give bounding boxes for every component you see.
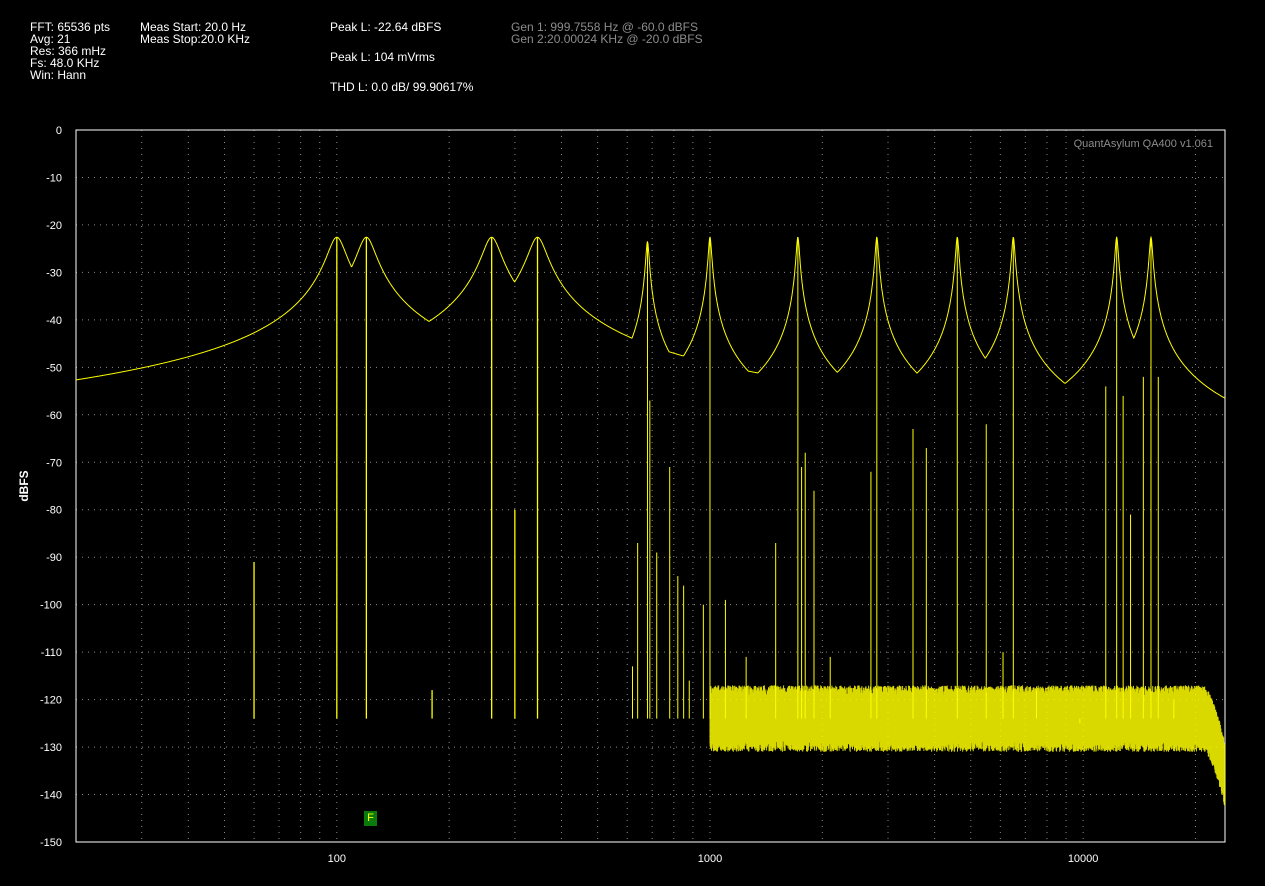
noise-band: [709, 685, 1226, 806]
y-tick-label-9: -90: [46, 552, 62, 564]
x-tick-label-2: 10000: [1068, 853, 1099, 865]
y-tick-label-14: -140: [40, 790, 62, 802]
x-tick-label-1: 1000: [698, 853, 722, 865]
y-tick-label-5: -50: [46, 362, 62, 374]
y-tick-label-6: -60: [46, 410, 62, 422]
y-tick-label-2: -20: [46, 220, 62, 232]
watermark-label: QuantAsylum QA400 v1.061: [1074, 138, 1213, 150]
x-axis-ticks: 100 1000 10000: [328, 853, 1099, 865]
y-tick-label-12: -120: [40, 695, 62, 707]
spectrum-chart: 0 -10 -20 -30 -40 -50 -60 -70 -80 -90 -100 -110 -120…: [17, 125, 1226, 865]
noise-trace: [75, 235, 1226, 399]
y-axis-ticks: 0 -10 -20 -30 -40 -50 -60 -70 -80 -90 -100 -110 -120…: [40, 125, 62, 849]
y-tick-label-10: -100: [40, 600, 62, 612]
y-tick-label-3: -30: [46, 267, 62, 279]
y-tick-label-13: -130: [40, 742, 62, 754]
frequency-marker[interactable]: F: [364, 811, 377, 826]
y-tick-label-7: -70: [46, 457, 62, 469]
spectrum-trace: [75, 235, 1226, 806]
spectrum-peaks: [253, 237, 1175, 724]
x-tick-label-0: 100: [328, 853, 346, 865]
y-tick-label-1: -10: [46, 172, 62, 184]
y-tick-label-0: 0: [56, 125, 62, 137]
y-tick-label-4: -40: [46, 315, 62, 327]
y-tick-label-11: -110: [41, 647, 62, 659]
y-axis-label: dBFS: [17, 470, 31, 501]
y-tick-label-8: -80: [46, 505, 62, 517]
y-tick-label-15: -150: [40, 837, 62, 849]
